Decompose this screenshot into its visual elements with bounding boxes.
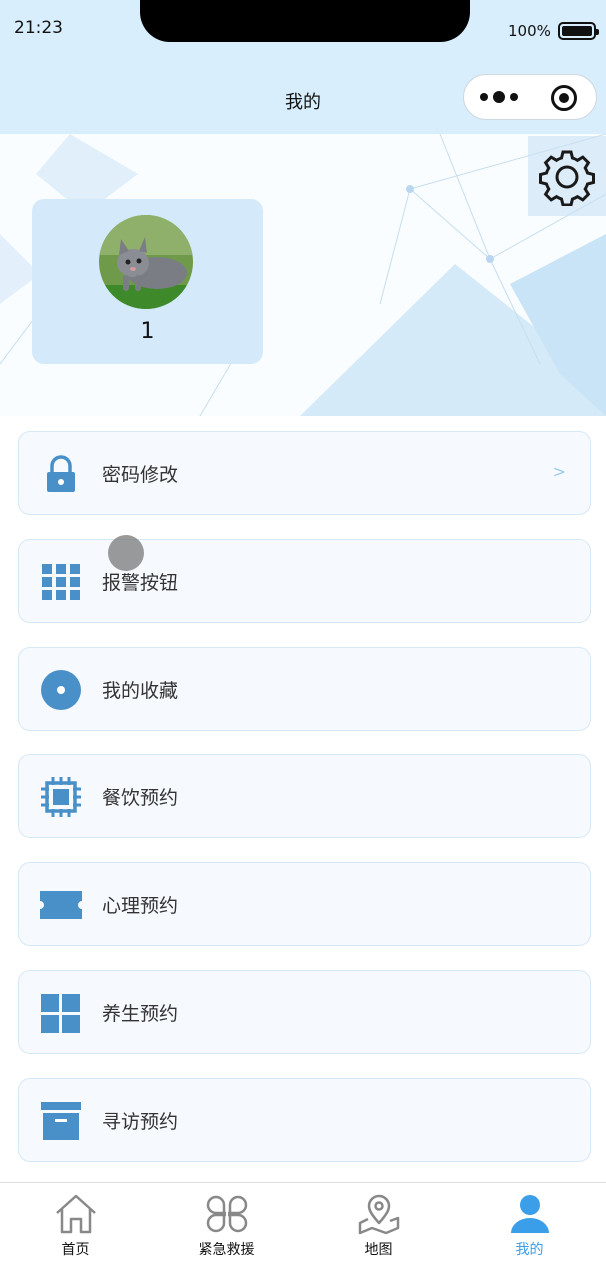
chevron-right-icon: >: [552, 462, 566, 481]
tab-emergency[interactable]: 紧急救援: [151, 1183, 302, 1274]
more-icon[interactable]: [480, 85, 520, 109]
menu-label: 餐饮预约: [102, 787, 179, 809]
menu-item-alarm[interactable]: 报警按钮: [18, 539, 591, 623]
disc-icon: [41, 670, 81, 710]
map-pin-icon: [358, 1194, 400, 1235]
archive-icon: [41, 1102, 81, 1140]
menu-label: 报警按钮: [102, 572, 179, 594]
menu-label: 我的收藏: [102, 680, 179, 702]
tab-label: 地图: [364, 1242, 393, 1258]
menu-item-favorites[interactable]: 我的收藏: [18, 647, 591, 731]
avatar-kitten-image: [99, 215, 193, 309]
tab-mine[interactable]: 我的: [454, 1183, 605, 1274]
chip-icon: [41, 777, 81, 817]
close-capsule-icon[interactable]: [551, 85, 577, 111]
tab-map[interactable]: 地图: [303, 1183, 454, 1274]
phone-screen: 21:23 100% 我的 1 密码修改 > 报警按钮 我的收藏 餐饮预约 心理…: [0, 0, 606, 1274]
tab-bar: 首页 紧急救援 地图 我的: [0, 1182, 606, 1274]
battery-percent: 100%: [508, 22, 551, 40]
status-time: 21:23: [14, 18, 63, 38]
tab-label: 紧急救援: [198, 1242, 255, 1258]
clover-icon: [206, 1195, 248, 1233]
apps-icon: [41, 994, 80, 1033]
menu-label: 寻访预约: [102, 1111, 179, 1133]
menu-item-wellness[interactable]: 养生预约: [18, 970, 591, 1054]
profile-name: 1: [140, 319, 155, 344]
menu-item-visit[interactable]: 寻访预约: [18, 1078, 591, 1162]
tab-label: 我的: [515, 1242, 544, 1258]
menu-item-psychology[interactable]: 心理预约: [18, 862, 591, 946]
menu-item-dining[interactable]: 餐饮预约: [18, 754, 591, 838]
mini-program-capsule: [463, 74, 597, 120]
menu-item-password[interactable]: 密码修改 >: [18, 431, 591, 515]
ticket-icon: [40, 891, 82, 919]
settings-button[interactable]: [528, 136, 606, 216]
top-bar: 21:23 100% 我的: [0, 0, 606, 134]
lock-icon: [47, 455, 75, 492]
grid-icon: [42, 564, 80, 600]
avatar[interactable]: [99, 215, 193, 309]
profile-card[interactable]: 1: [32, 199, 263, 364]
user-icon: [511, 1195, 549, 1233]
menu-label: 养生预约: [102, 1003, 179, 1025]
battery-icon: [558, 22, 599, 40]
touch-indicator: [108, 535, 144, 571]
tab-label: 首页: [61, 1242, 90, 1258]
tab-home[interactable]: 首页: [0, 1183, 151, 1274]
gear-icon: [539, 150, 595, 206]
notch: [140, 0, 470, 42]
menu-label: 密码修改: [102, 464, 179, 486]
home-icon: [56, 1194, 96, 1234]
menu-label: 心理预约: [102, 895, 179, 917]
